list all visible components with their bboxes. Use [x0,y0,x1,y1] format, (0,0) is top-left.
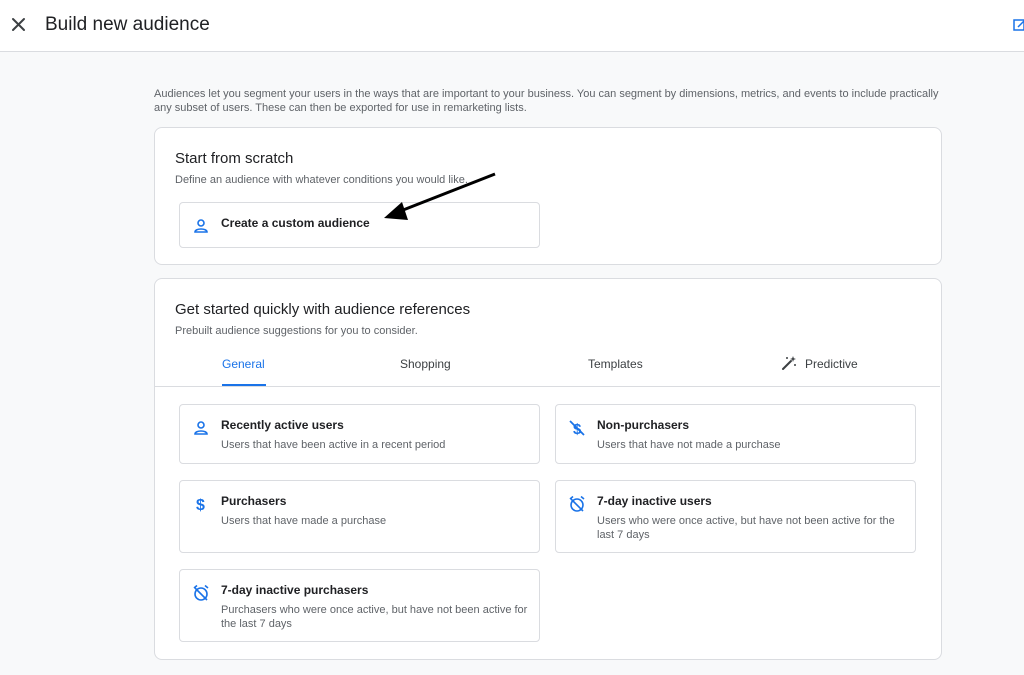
magic-wand-icon [782,356,796,370]
edit-icon[interactable] [1013,18,1024,32]
references-title: Get started quickly with audience refere… [175,301,471,318]
option-title: Purchasers [221,494,287,508]
option-title: 7-day inactive users [597,494,712,508]
tab-predictive[interactable]: Predictive [781,355,858,371]
alarm-off-icon [568,495,586,513]
option-title: Non-purchasers [597,418,690,432]
option-non-purchasers[interactable]: $ Non-purchasers Users that have not mad… [555,404,916,464]
no-dollar-icon: $ [568,419,586,438]
create-custom-audience-label: Create a custom audience [221,216,370,230]
start-from-scratch-card: Start from scratch Define an audience wi… [154,127,942,265]
tab-templates[interactable]: Templates [588,357,643,371]
tabs-divider [155,386,940,387]
option-7-day-inactive-purchasers[interactable]: 7-day inactive purchasers Purchasers who… [179,569,540,642]
tab-shopping[interactable]: Shopping [400,357,451,371]
option-description: Purchasers who were once active, but hav… [221,604,528,630]
annotation-arrow [384,172,496,220]
option-description: Users that have been active in a recent … [221,439,446,451]
references-subtitle: Prebuilt audience suggestions for you to… [175,325,418,337]
option-7-day-inactive-users[interactable]: 7-day inactive users Users who were once… [555,480,916,553]
option-recently-active-users[interactable]: Recently active users Users that have be… [179,404,540,464]
page-title: Build new audience [45,14,210,35]
tab-general[interactable]: General [222,357,265,371]
top-bar: Build new audience [0,0,1024,52]
option-description: Users that have made a purchase [221,515,387,527]
option-purchasers[interactable]: $ Purchasers Users that have made a purc… [179,480,540,553]
scratch-title: Start from scratch [175,150,294,167]
option-description: Users that have not made a purchase [597,439,781,451]
svg-text:$: $ [196,497,205,513]
person-icon [192,419,210,437]
close-icon[interactable] [8,14,30,36]
intro-description: Audiences let you segment your users in … [154,88,939,114]
option-description: Users who were once active, but have not… [597,515,895,541]
alarm-off-icon [192,584,210,602]
person-icon [192,217,210,235]
dollar-icon: $ [192,495,210,514]
audience-references-card: Get started quickly with audience refere… [154,278,942,660]
option-title: 7-day inactive purchasers [221,583,369,597]
option-title: Recently active users [221,418,344,432]
tab-predictive-label: Predictive [805,357,858,371]
